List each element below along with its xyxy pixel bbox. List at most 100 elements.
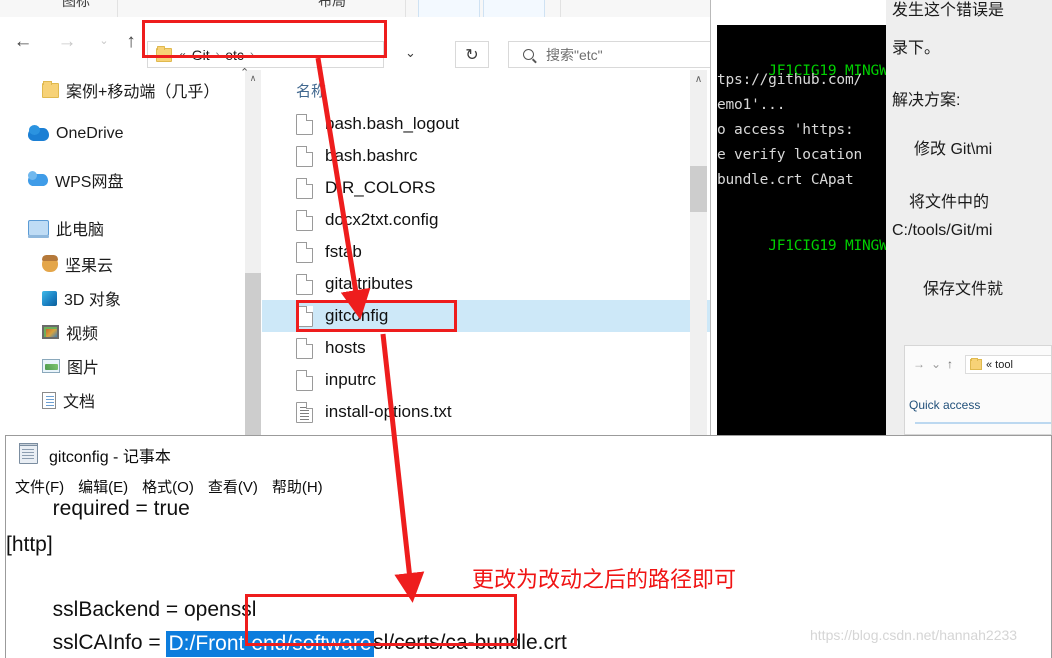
file-row[interactable]: docx2txt.config bbox=[262, 204, 710, 236]
file-list-scrollbar[interactable] bbox=[690, 70, 707, 435]
mini-up-icon: ↑ bbox=[947, 357, 953, 371]
tree-item-label: WPS网盘 bbox=[55, 174, 124, 191]
folder-icon bbox=[970, 358, 982, 370]
file-name: bash.bash_logout bbox=[325, 114, 460, 133]
window-title: gitconfig - 记事本 bbox=[49, 448, 171, 466]
pane-collapse-icon[interactable]: ⌃ bbox=[240, 66, 249, 79]
annotation-box-gitconfig bbox=[296, 300, 457, 332]
file-icon bbox=[296, 113, 313, 135]
file-row[interactable]: DIR_COLORS bbox=[262, 172, 710, 204]
tree-item-folder[interactable]: 案例+移动端（几乎） bbox=[42, 74, 219, 106]
videos-icon bbox=[42, 325, 59, 339]
tree-item-label: 坚果云 bbox=[65, 258, 114, 275]
tree-item-label: 此电脑 bbox=[56, 222, 105, 239]
file-row[interactable]: inputrc bbox=[262, 364, 710, 396]
recent-locations-button[interactable]: ⌄ bbox=[89, 27, 119, 55]
tree-item-3d-objects[interactable]: 3D 对象 bbox=[42, 282, 121, 314]
file-icon bbox=[296, 273, 313, 295]
terminal-host-2: JF1CIG19 MINGW64 bbox=[768, 238, 887, 254]
notepad-menu-bar: 文件(F) 编辑(E) 格式(O) 查看(V) 帮助(H) bbox=[6, 473, 1051, 500]
article-line: 发生这个错误是 bbox=[892, 2, 1005, 19]
notepad-title-bar[interactable]: gitconfig - 记事本 bbox=[6, 436, 1051, 473]
column-header-name[interactable]: 名称 bbox=[296, 80, 326, 101]
file-name: bash.bashrc bbox=[325, 146, 418, 165]
this-pc-icon bbox=[28, 220, 49, 238]
file-icon bbox=[296, 177, 313, 199]
address-dropdown-icon[interactable]: ⌄ bbox=[405, 45, 416, 61]
tree-item-pictures[interactable]: 图片 bbox=[42, 350, 99, 382]
file-row[interactable]: fstab bbox=[262, 236, 710, 268]
3d-objects-icon bbox=[42, 290, 57, 306]
terminal-output[interactable]: JF1CIG19 MINGW64 tps://github.com/ emo1'… bbox=[717, 25, 887, 435]
tree-item-videos[interactable]: 视频 bbox=[42, 316, 98, 348]
file-explorer-window: 图标 布局 ← → ⌄ ↑ « Git › etc › ⌄ ↻ 搜索"etc" … bbox=[0, 0, 740, 435]
ribbon-tab-strip: 图标 布局 bbox=[0, 0, 740, 18]
tree-item-nutstore[interactable]: 坚果云 bbox=[42, 248, 113, 280]
mini-divider bbox=[915, 422, 1051, 424]
file-list-pane: 名称 bash.bash_logout bash.bashrc DIR_COLO… bbox=[262, 70, 710, 435]
folder-icon bbox=[42, 80, 59, 98]
menu-edit[interactable]: 编辑(E) bbox=[78, 476, 128, 497]
annotation-note-text: 更改为改动之后的路径即可 bbox=[472, 567, 737, 592]
notepad-line: [http] bbox=[6, 533, 53, 556]
terminal-line: bundle.crt CApat bbox=[717, 172, 854, 188]
ribbon-tab-icons[interactable]: 图标 bbox=[62, 0, 90, 11]
back-button[interactable]: ← bbox=[8, 27, 38, 55]
mini-explorer-toolbar: → ⌄ ↑ « tool bbox=[905, 352, 1051, 378]
file-name: inputrc bbox=[325, 370, 377, 389]
onedrive-cloud-icon bbox=[28, 124, 49, 141]
tree-item-label: 文档 bbox=[63, 394, 96, 411]
file-list-scroll-thumb[interactable] bbox=[690, 166, 707, 212]
chevron-right-icon: ▸ bbox=[904, 399, 905, 407]
file-icon bbox=[296, 209, 313, 231]
file-name: docx2txt.config bbox=[325, 210, 439, 229]
annotation-box-selected-path bbox=[245, 594, 517, 646]
tree-item-label: 案例+移动端（几乎） bbox=[66, 84, 220, 101]
article-line: 录下。 bbox=[892, 40, 941, 57]
nutstore-icon bbox=[42, 255, 58, 272]
search-box[interactable]: 搜索"etc" bbox=[508, 41, 740, 68]
refresh-button[interactable]: ↻ bbox=[455, 41, 489, 68]
watermark: https://blog.csdn.net/hannah2233 bbox=[810, 627, 1018, 643]
article-line: 将文件中的 bbox=[909, 194, 990, 211]
tree-item-onedrive[interactable]: OneDrive bbox=[28, 118, 124, 150]
mini-breadcrumb: « tool bbox=[986, 358, 1013, 371]
forward-button[interactable]: → bbox=[52, 27, 82, 55]
tree-item-wps[interactable]: WPS网盘 bbox=[28, 164, 123, 196]
documents-icon bbox=[42, 391, 56, 409]
file-icon bbox=[296, 241, 313, 263]
file-row[interactable]: bash.bash_logout bbox=[262, 108, 710, 140]
tree-item-label: 图片 bbox=[67, 360, 100, 377]
file-row[interactable]: hosts bbox=[262, 332, 710, 364]
file-row[interactable]: bash.bashrc bbox=[262, 140, 710, 172]
file-row[interactable]: gitattributes bbox=[262, 268, 710, 300]
annotation-box-address-bar bbox=[142, 20, 387, 58]
notepad-line: required = true bbox=[6, 499, 190, 520]
sslcainfo-prefix: sslCAInfo = bbox=[6, 631, 167, 654]
tree-item-documents[interactable]: 文档 bbox=[42, 384, 95, 416]
wps-cloud-icon bbox=[28, 171, 48, 186]
ribbon-tab-layout[interactable]: 布局 bbox=[318, 0, 346, 11]
terminal-line: o access 'https: bbox=[717, 122, 854, 138]
tree-item-this-pc[interactable]: 此电脑 bbox=[28, 212, 104, 244]
menu-view[interactable]: 查看(V) bbox=[208, 476, 258, 497]
file-icon bbox=[296, 369, 313, 391]
nav-pane-scroll-thumb[interactable] bbox=[245, 273, 261, 435]
menu-help[interactable]: 帮助(H) bbox=[272, 476, 323, 497]
mini-address-bar: « tool bbox=[965, 355, 1051, 374]
menu-format[interactable]: 格式(O) bbox=[142, 476, 194, 497]
search-icon bbox=[523, 49, 534, 60]
tree-item-label: 视频 bbox=[66, 326, 99, 343]
article-line: C:/tools/Git/mi bbox=[892, 222, 993, 239]
pictures-icon bbox=[42, 359, 60, 373]
file-row[interactable]: install-options.txt bbox=[262, 396, 710, 428]
scroll-up-icon[interactable]: ∧ bbox=[690, 70, 707, 88]
navigation-pane: 案例+移动端（几乎） OneDrive WPS网盘 此电脑 坚果云 3D 对象 … bbox=[0, 70, 245, 435]
article-text-panel: 发生这个错误是 录下。 解决方案: 修改 Git\mi 将文件中的 C:/too… bbox=[886, 0, 1052, 440]
notepad-icon bbox=[19, 443, 38, 464]
file-name: fstab bbox=[325, 242, 362, 261]
tree-item-label: 3D 对象 bbox=[64, 292, 121, 309]
menu-file[interactable]: 文件(F) bbox=[15, 476, 64, 497]
file-name: gitattributes bbox=[325, 274, 413, 293]
mini-quick-access-label: Quick access bbox=[909, 398, 981, 412]
